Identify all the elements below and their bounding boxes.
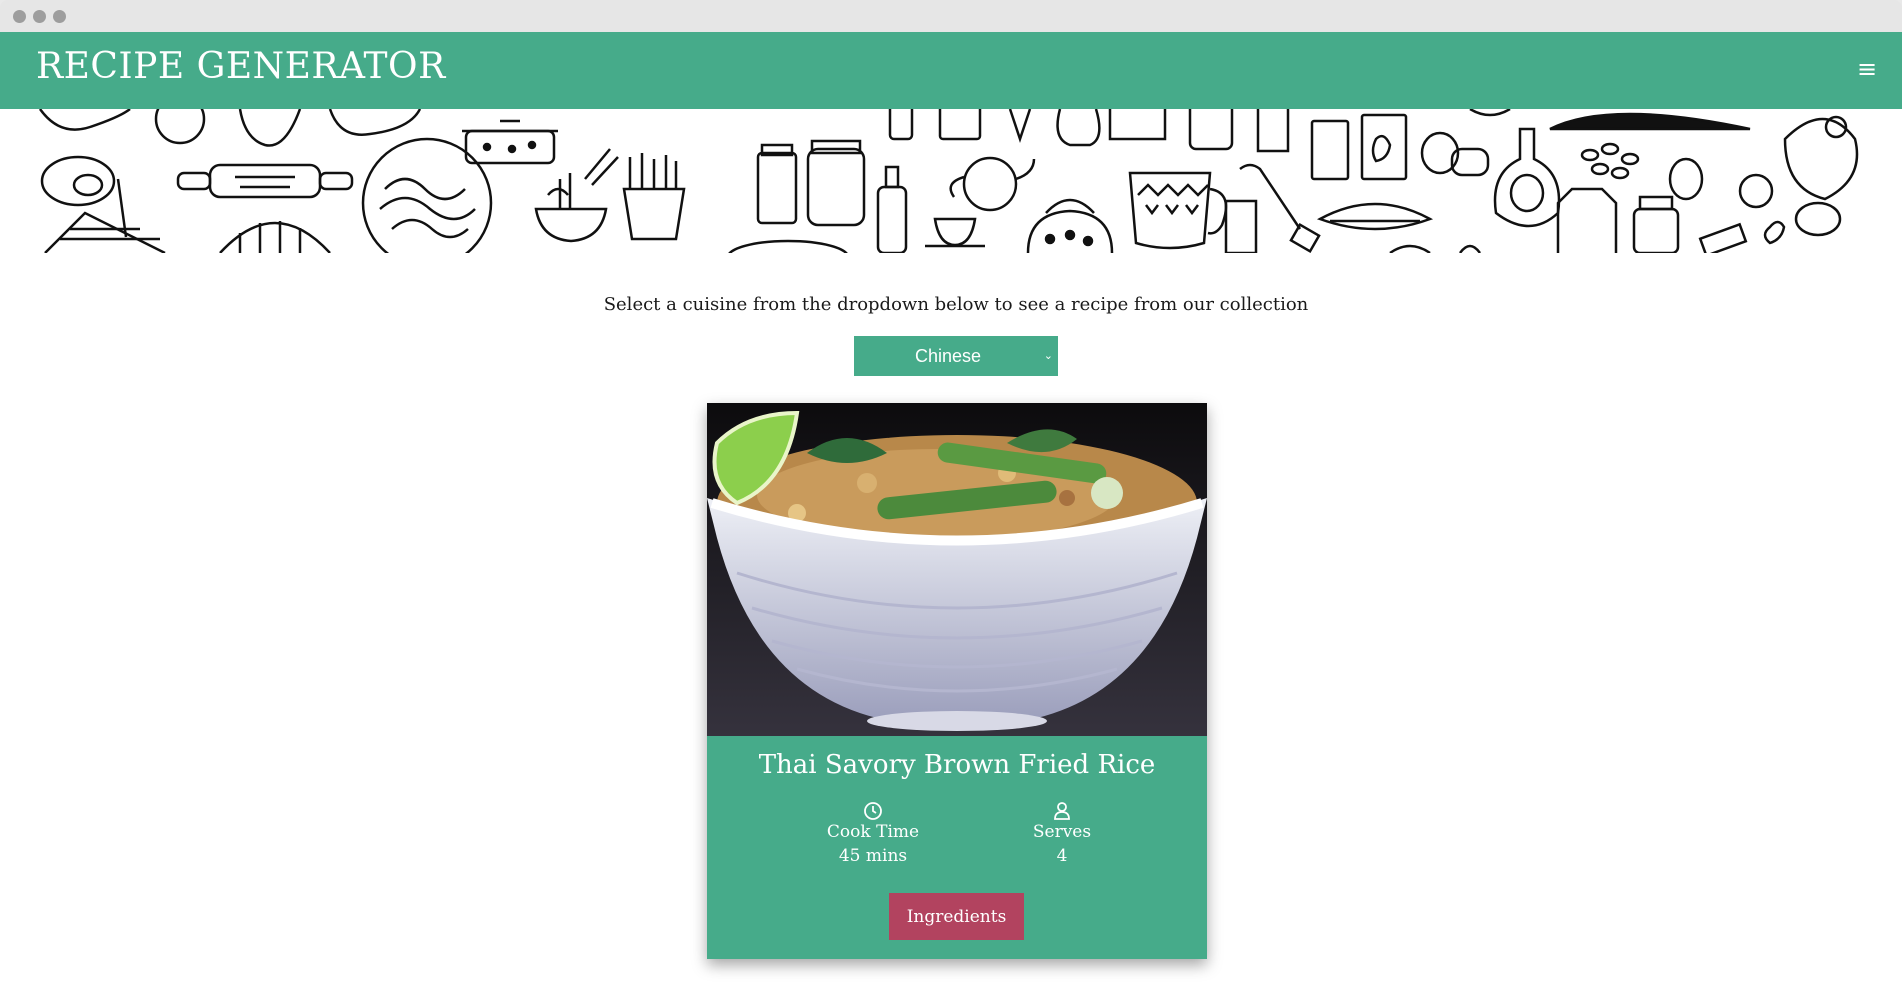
clock-icon — [864, 802, 882, 820]
cook-time-stat: Cook Time 45 mins — [793, 801, 953, 866]
window-close-dot[interactable] — [13, 10, 26, 23]
page: RECIPE GENERATOR ≡ Select a cuisine from… — [0, 32, 1902, 986]
navbar: RECIPE GENERATOR ≡ — [0, 32, 1902, 109]
cook-time-label: Cook Time — [826, 822, 920, 842]
window-chrome — [0, 0, 1902, 32]
cuisine-select-value: Chinese — [914, 346, 982, 366]
serves-value: 4 — [1056, 846, 1068, 866]
window-maximize-dot[interactable] — [53, 10, 66, 23]
recipe-card: Thai Savory Brown Fried Rice Cook Time 4… — [707, 403, 1207, 959]
intro-text: Select a cuisine from the dropdown below… — [603, 294, 1309, 315]
person-icon — [1054, 802, 1070, 820]
serves-label: Serves — [1032, 822, 1092, 842]
food-doodle-banner — [0, 109, 1902, 253]
chevron-down-icon: ⌄ — [1043, 349, 1053, 362]
cuisine-select[interactable]: Chinese ⌄ — [854, 336, 1058, 376]
window-minimize-dot[interactable] — [33, 10, 46, 23]
app-title[interactable]: RECIPE GENERATOR — [36, 46, 446, 87]
ingredients-button[interactable]: Ingredients — [889, 893, 1024, 940]
recipe-title: Thai Savory Brown Fried Rice — [758, 750, 1156, 780]
serves-stat: Serves 4 — [982, 801, 1142, 866]
hamburger-icon[interactable]: ≡ — [1854, 54, 1880, 84]
cook-time-value: 45 mins — [838, 846, 908, 866]
recipe-image — [707, 403, 1207, 736]
